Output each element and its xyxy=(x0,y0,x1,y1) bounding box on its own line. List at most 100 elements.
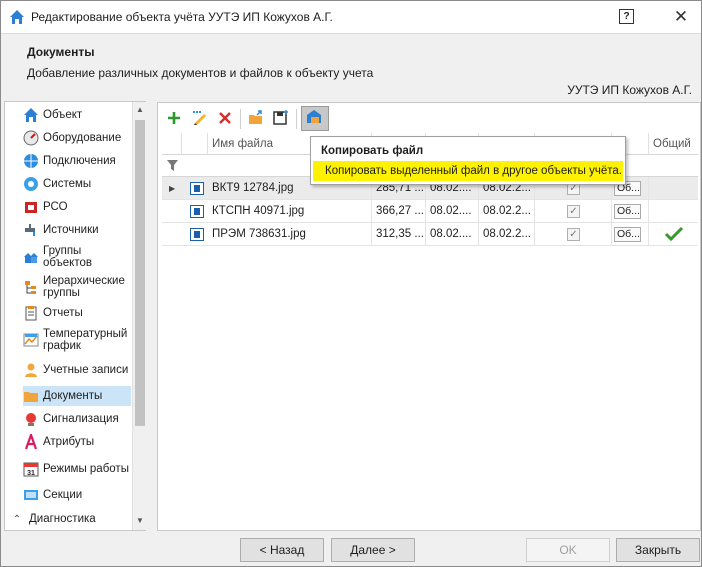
window-title: Редактирование объекта учёта УУТЭ ИП Кож… xyxy=(31,10,333,24)
file-name-cell[interactable]: КТСПН 40971.jpg xyxy=(208,200,372,223)
gauge-icon xyxy=(23,130,39,146)
clipboard-icon xyxy=(23,305,39,321)
chevron-up-icon: ⌃ xyxy=(12,513,22,525)
copy-file-button[interactable] xyxy=(301,106,329,131)
sidebar-item-diagnostics[interactable]: ⌃ Диагностика xyxy=(9,510,117,528)
image-file-icon xyxy=(190,182,204,195)
checkmark-icon xyxy=(664,226,684,246)
ok-button[interactable]: OK xyxy=(526,538,610,562)
sidebar-item-object[interactable]: Объект xyxy=(23,106,131,124)
image-file-icon xyxy=(190,205,204,218)
shared-cell[interactable] xyxy=(649,200,698,223)
sidebar-item-alarms[interactable]: Сигнализация xyxy=(23,410,131,428)
sidebar-item-connections[interactable]: Подключения xyxy=(23,152,131,170)
delete-icon xyxy=(218,111,232,128)
user-icon xyxy=(23,362,39,378)
date-cell[interactable]: 08.02.... xyxy=(426,223,479,246)
open-folder-button[interactable] xyxy=(244,107,268,131)
back-button[interactable]: < Назад xyxy=(240,538,324,562)
house-icon xyxy=(23,107,39,123)
page-subtitle: Добавление различных документов и файлов… xyxy=(27,66,374,80)
copy-file-icon xyxy=(306,109,324,128)
dialog-window: Редактирование объекта учёта УУТЭ ИП Кож… xyxy=(0,0,702,567)
file-name-cell[interactable]: ПРЭМ 738631.jpg xyxy=(208,223,372,246)
systems-icon xyxy=(23,176,39,192)
sidebar-scrollbar[interactable]: ▲ ▼ xyxy=(132,102,146,530)
add-button[interactable] xyxy=(162,107,186,131)
sidebar-item-accounts[interactable]: Учетные записи xyxy=(23,361,131,379)
sidebar-item-reports[interactable]: Отчеты xyxy=(23,304,131,322)
copy-file-tooltip: Копировать файл Копировать выделенный фа… xyxy=(310,136,626,185)
row-pointer-icon: ▶ xyxy=(169,184,176,193)
help-button[interactable]: ? xyxy=(619,9,634,24)
sidebar-item-work-modes[interactable]: 31 Режимы работы xyxy=(23,459,131,479)
sidebar-item-attributes[interactable]: Атрибуты xyxy=(23,433,131,451)
delete-button[interactable] xyxy=(213,107,237,131)
next-button[interactable]: Далее > xyxy=(331,538,415,562)
column-header-shared[interactable]: Общий xyxy=(649,133,698,155)
sidebar-item-sections[interactable]: Секции xyxy=(23,486,131,504)
objects-button[interactable]: Об... xyxy=(614,204,641,219)
folder-icon xyxy=(23,388,39,404)
scrollbar-thumb[interactable] xyxy=(135,120,145,426)
title-bar: Редактирование объекта учёта УУТЭ ИП Кож… xyxy=(1,1,701,33)
alarm-icon xyxy=(23,411,39,427)
close-button[interactable]: Закрыть xyxy=(616,538,700,562)
tooltip-body: Копировать выделенный файл в другое объе… xyxy=(313,161,623,181)
tooltip-title: Копировать файл xyxy=(321,145,424,157)
save-button[interactable] xyxy=(269,107,293,131)
edit-icon xyxy=(192,110,208,129)
save-icon xyxy=(273,109,289,129)
shared-cell[interactable] xyxy=(649,177,698,200)
date-cell[interactable]: 08.02.... xyxy=(426,200,479,223)
sidebar-item-hierarchy-groups[interactable]: Иерархические группы xyxy=(23,274,131,300)
sidebar-item-temperature-chart[interactable]: Температурный график xyxy=(23,327,131,353)
table-row[interactable]: ПРЭМ 738631.jpg 312,35 ... 08.02.... 08.… xyxy=(162,223,698,246)
sidebar-item-object-groups[interactable]: Группы объектов xyxy=(23,244,131,270)
sidebar-item-systems[interactable]: Системы xyxy=(23,175,131,193)
scroll-up-icon[interactable]: ▲ xyxy=(133,103,147,117)
date-cell[interactable]: 08.02.2... xyxy=(479,223,535,246)
image-file-icon xyxy=(190,228,204,241)
hierarchy-icon xyxy=(23,279,39,295)
section-icon xyxy=(23,487,39,503)
toolbar-divider xyxy=(296,109,297,129)
sidebar-item-sources[interactable]: Источники xyxy=(23,221,131,239)
chart-icon xyxy=(23,332,39,348)
calendar-day: 31 xyxy=(27,470,35,477)
sidebar-item-equipment[interactable]: Оборудование xyxy=(23,129,131,147)
globe-icon xyxy=(23,153,39,169)
tap-icon xyxy=(23,222,39,238)
shared-cell[interactable] xyxy=(649,223,698,246)
add-icon xyxy=(167,111,181,128)
rso-icon xyxy=(23,199,39,215)
calendar-icon: 31 xyxy=(23,461,39,477)
file-size-cell[interactable]: 366,27 ... xyxy=(372,200,426,223)
objects-button[interactable]: Об... xyxy=(614,227,641,242)
object-name: УУТЭ ИП Кожухов А.Г. xyxy=(567,83,692,97)
sidebar-item-rso[interactable]: РСО xyxy=(23,198,131,216)
objects-cell[interactable]: Об... xyxy=(612,200,649,223)
objects-cell[interactable]: Об... xyxy=(612,223,649,246)
file-size-cell[interactable]: 312,35 ... xyxy=(372,223,426,246)
toolbar-divider xyxy=(240,109,241,129)
flag-cell[interactable]: ✓ xyxy=(535,223,612,246)
filter-icon[interactable] xyxy=(167,160,178,174)
scroll-down-icon[interactable]: ▼ xyxy=(133,514,147,528)
page-title: Документы xyxy=(27,45,95,59)
toolbar xyxy=(158,103,700,133)
sidebar-item-documents[interactable]: Документы xyxy=(23,386,131,406)
edit-button[interactable] xyxy=(188,107,212,131)
row-indicator-header xyxy=(162,133,182,155)
sidebar: Объект Оборудование Подключения Системы … xyxy=(4,101,146,531)
checkbox[interactable]: ✓ xyxy=(567,228,580,241)
letter-a-icon xyxy=(23,434,39,450)
flag-cell[interactable]: ✓ xyxy=(535,200,612,223)
close-window-button[interactable]: ✕ xyxy=(666,4,696,30)
open-folder-icon xyxy=(248,109,264,129)
date-cell[interactable]: 08.02.2... xyxy=(479,200,535,223)
icon-column-header xyxy=(182,133,208,155)
header-panel: Документы Добавление различных документо… xyxy=(1,33,701,99)
checkbox[interactable]: ✓ xyxy=(567,205,580,218)
table-row[interactable]: КТСПН 40971.jpg 366,27 ... 08.02.... 08.… xyxy=(162,200,698,223)
